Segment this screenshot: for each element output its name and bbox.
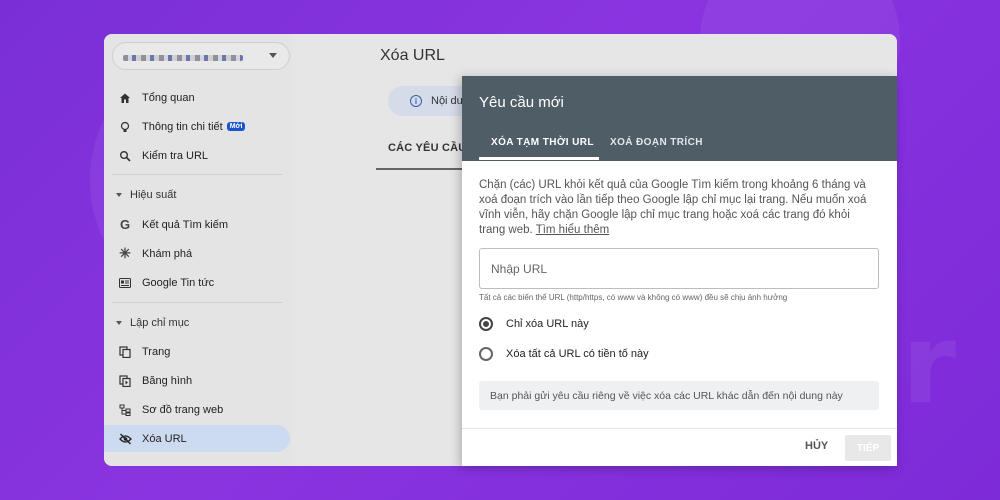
sidebar-item-label: Khám phá	[142, 247, 193, 260]
tab-temporary-remove-url[interactable]: XÓA TẠM THỜI URL	[491, 137, 594, 148]
asterisk-icon: ✳	[119, 245, 131, 261]
tab-requests[interactable]: CÁC YÊU CẦU	[388, 142, 466, 154]
sidebar-item-label: Xóa URL	[142, 432, 187, 445]
sidebar-item-label: Tổng quan	[142, 91, 195, 104]
dialog-footer: HỦY TIẾP	[462, 428, 897, 466]
dialog-body: Chặn (các) URL khỏi kết quả của Google T…	[479, 178, 879, 410]
hidden-eye-icon	[118, 432, 132, 446]
info-icon: i	[410, 95, 422, 107]
new-badge: Mới	[226, 122, 246, 131]
tab-underline	[376, 168, 476, 170]
sidebar-item-label: Thông tin chi tiết	[142, 120, 223, 133]
video-icon	[118, 374, 132, 388]
tab-clear-cached-snippet[interactable]: XOÁ ĐOẠN TRÍCH	[610, 137, 703, 148]
sidebar-item-url-inspection[interactable]: Kiểm tra URL	[104, 142, 290, 169]
active-tab-indicator	[479, 157, 599, 160]
cancel-button[interactable]: HỦY	[805, 440, 828, 452]
notice-text: Bạn phải gửi yêu cầu riêng về việc xóa c…	[490, 389, 843, 402]
notice-box: Bạn phải gửi yêu cầu riêng về việc xóa c…	[479, 381, 879, 410]
sidebar-item-search-results[interactable]: G Kết quả Tìm kiếm	[104, 211, 290, 238]
home-icon	[118, 91, 132, 105]
sidebar-item-label: Sơ đồ trang web	[142, 403, 224, 416]
sidebar-item-videos[interactable]: Băng hình	[104, 367, 290, 394]
section-label: Hiệu suất	[130, 189, 177, 201]
page-title: Xóa URL	[380, 47, 445, 64]
option-this-url-only[interactable]: Chỉ xóa URL này	[479, 317, 589, 331]
section-indexing[interactable]: Lập chỉ mục	[104, 313, 290, 333]
property-name-redacted	[123, 55, 243, 61]
dialog-header: Yêu cầu mới XÓA TẠM THỜI URL XOÁ ĐOẠN TR…	[462, 76, 897, 161]
sidebar: Tổng quan Thông tin chi tiết Mới Kiểm tr…	[104, 34, 292, 466]
pages-icon	[118, 345, 132, 359]
chevron-down-icon	[269, 53, 277, 58]
sidebar-item-insights[interactable]: Thông tin chi tiết Mới	[104, 113, 290, 140]
sidebar-divider	[112, 174, 282, 175]
sidebar-item-sitemaps[interactable]: Sơ đồ trang web	[104, 396, 290, 423]
url-variants-hint: Tất cả các biến thể URL (http/https, có …	[479, 293, 788, 302]
sidebar-item-label: Kết quả Tìm kiếm	[142, 218, 228, 231]
sidebar-item-discover[interactable]: ✳ Khám phá	[104, 240, 290, 267]
google-g-icon: G	[119, 217, 131, 232]
sidebar-item-google-news[interactable]: Google Tin tức	[104, 269, 290, 296]
search-icon	[118, 149, 132, 163]
news-icon	[118, 276, 132, 290]
collapse-triangle-icon	[116, 193, 122, 197]
learn-more-link[interactable]: Tìm hiểu thêm	[536, 224, 610, 236]
sidebar-item-label: Trang	[142, 345, 171, 358]
property-selector[interactable]	[112, 42, 290, 70]
sidebar-item-removals[interactable]: Xóa URL	[104, 425, 290, 452]
sitemap-icon	[118, 403, 132, 417]
sidebar-divider	[112, 302, 282, 303]
option-prefix[interactable]: Xóa tất cả URL có tiền tố này	[479, 347, 649, 361]
section-performance[interactable]: Hiệu suất	[104, 185, 290, 205]
sidebar-item-label: Kiểm tra URL	[142, 149, 209, 162]
collapse-triangle-icon	[116, 321, 122, 325]
section-label: Lập chỉ mục	[130, 317, 190, 329]
url-input[interactable]	[479, 248, 879, 289]
next-button[interactable]: TIẾP	[845, 435, 891, 461]
dialog-title: Yêu cầu mới	[479, 94, 564, 111]
sidebar-item-label: Google Tin tức	[142, 276, 215, 289]
sidebar-item-overview[interactable]: Tổng quan	[104, 84, 290, 111]
option-label: Xóa tất cả URL có tiền tố này	[506, 348, 649, 360]
lightbulb-icon	[118, 120, 132, 134]
sidebar-item-pages[interactable]: Trang	[104, 338, 290, 365]
radio-unselected[interactable]	[479, 347, 493, 361]
new-request-dialog: Yêu cầu mới XÓA TẠM THỜI URL XOÁ ĐOẠN TR…	[462, 76, 897, 466]
option-label: Chỉ xóa URL này	[506, 318, 589, 330]
dialog-description: Chặn (các) URL khỏi kết quả của Google T…	[479, 178, 879, 238]
sidebar-item-label: Băng hình	[142, 374, 193, 387]
radio-selected[interactable]	[479, 317, 493, 331]
